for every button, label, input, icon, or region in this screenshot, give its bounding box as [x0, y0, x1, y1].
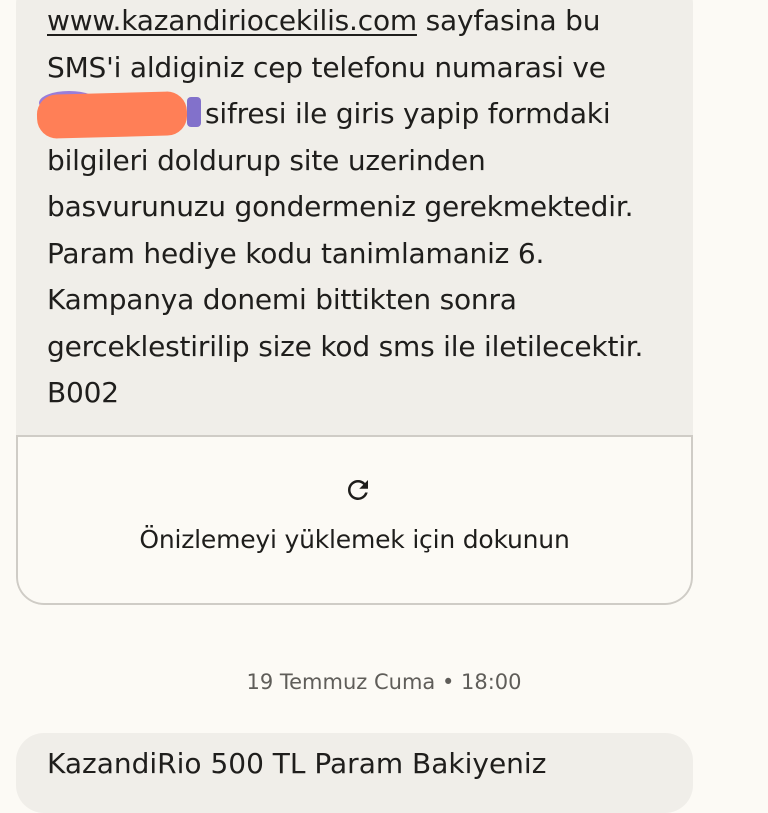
message-timestamp: 19 Temmuz Cuma • 18:00: [246, 670, 522, 694]
message-link[interactable]: www.kazandiriocekilis.com: [47, 4, 417, 37]
message-line-3: sifresi ile giris yapip formdaki: [36, 91, 679, 139]
next-message-bubble[interactable]: KazandiRio 500 TL Param Bakiyeniz: [16, 733, 693, 813]
next-message-text: KazandiRio 500 TL Param Bakiyeniz: [47, 747, 547, 780]
message-line-5: basvurunuzu gondermeniz gerekmektedir.: [47, 190, 634, 223]
refresh-icon: [348, 480, 368, 500]
message-line-8: gerceklestirilip size kod sms ile iletil…: [47, 329, 644, 363]
link-preview-card[interactable]: Önizlemeyi yüklemek için dokunun: [16, 435, 693, 605]
message-line-7: Kampanya donemi bittikten sonra: [47, 283, 517, 316]
message-bubble[interactable]: www.kazandiriocekilis.com sayfasina bu S…: [16, 0, 693, 605]
message-line-6: Param hediye kodu tanimlamaniz 6.: [47, 236, 545, 270]
redaction-mark: [36, 91, 201, 139]
message-line-4: bilgileri doldurup site uzerinden: [47, 143, 486, 177]
message-line-1: www.kazandiriocekilis.com sayfasina bu: [47, 0, 679, 45]
redaction-purple-end: [187, 97, 201, 127]
message-text: www.kazandiriocekilis.com sayfasina bu S…: [36, 0, 679, 417]
message-line-1-rest: sayfasina bu: [416, 4, 601, 37]
link-preview-label: Önizlemeyi yüklemek için dokunun: [139, 525, 570, 554]
message-line-2: SMS'i aldiginiz cep telefonu numarasi ve: [47, 50, 606, 84]
redaction-orange-block: [36, 91, 188, 139]
message-line-9: B002: [47, 376, 119, 409]
message-line-3-rest: sifresi ile giris yapip formdaki: [205, 97, 611, 130]
